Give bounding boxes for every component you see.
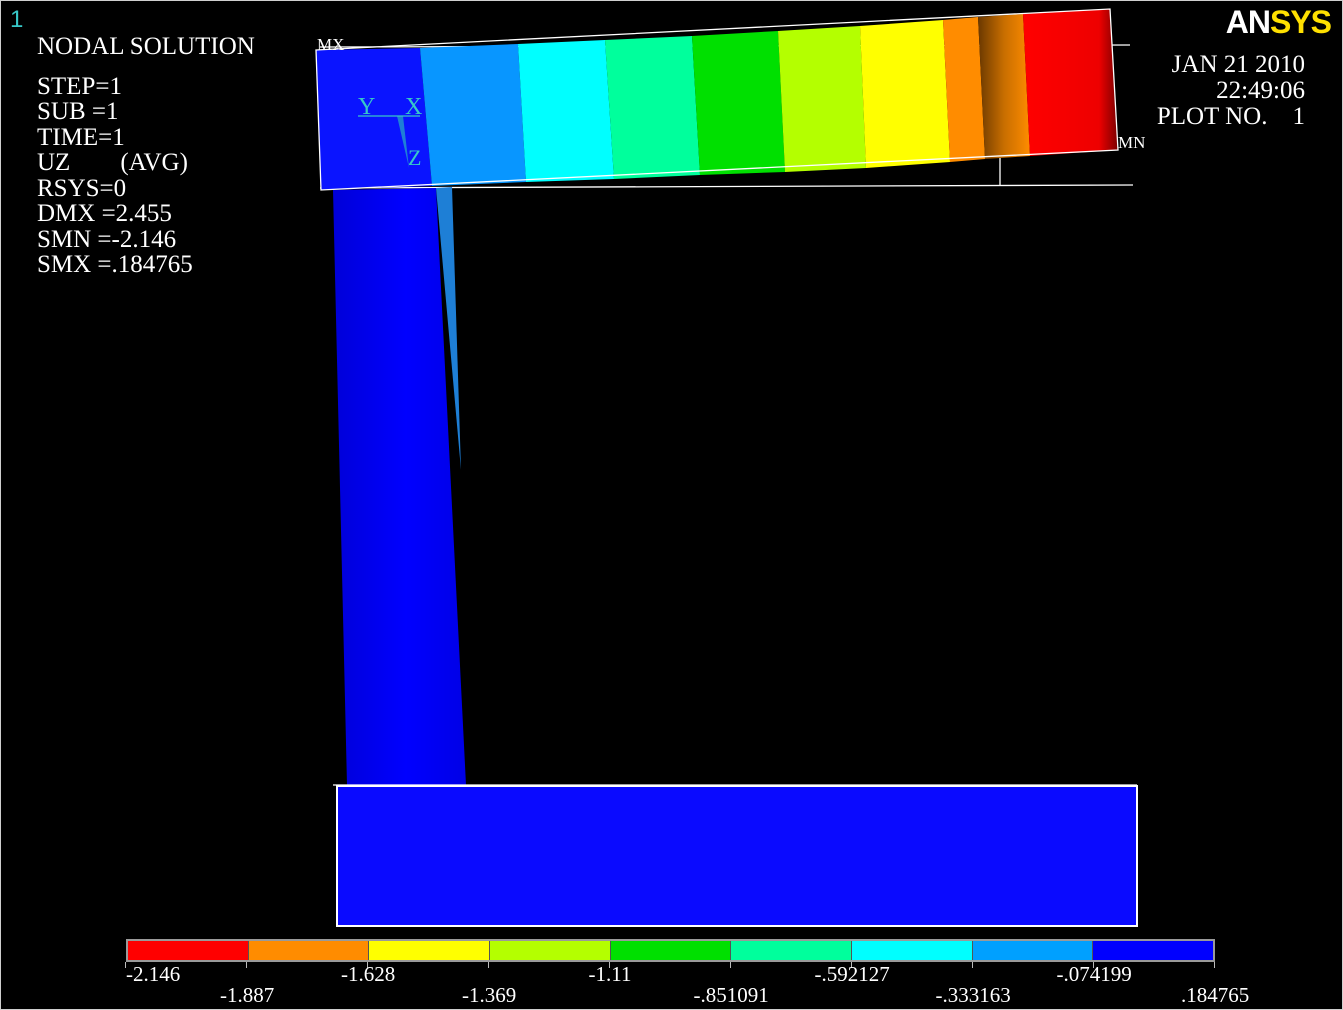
graphics-viewport[interactable]: 1 NODAL SOLUTION STEP=1 SUB =1 TIME=1 UZ… [0, 0, 1343, 1010]
colorbar-segment [852, 941, 973, 960]
colorbar-label: -1.369 [462, 983, 517, 1007]
colorbar-segment [731, 941, 853, 960]
colorbar-segment [248, 941, 370, 960]
top-beam[interactable] [315, 8, 1119, 191]
colorbar-label: -.074199 [1056, 962, 1132, 986]
beam-band-7 [860, 20, 950, 168]
colorbar-tick [246, 962, 247, 968]
triad-y-label: Y [358, 94, 375, 120]
colorbar-tick [972, 962, 973, 968]
colorbar-label: -1.628 [341, 962, 396, 986]
colorbar-label: -1.887 [220, 983, 275, 1007]
colorbar-tick [488, 962, 489, 968]
colorbar-label: .184765 [1181, 983, 1250, 1007]
colorbar-label: -.851091 [693, 983, 769, 1007]
max-marker: MX [317, 35, 344, 54]
base-body [336, 785, 1138, 927]
colorbar-segment [610, 941, 732, 960]
colorbar-label: -1.11 [588, 962, 632, 986]
colorbar-segment [972, 941, 1094, 960]
beam-band-10 [1023, 9, 1118, 156]
beam-band-5 [692, 31, 785, 175]
beam-band-4 [605, 36, 700, 179]
contour-colorbar [126, 939, 1215, 962]
beam-band-6 [778, 26, 866, 172]
column-member[interactable] [333, 187, 466, 785]
beam-band-9 [978, 14, 1030, 159]
colorbar-tick [730, 962, 731, 968]
triad-z-label: Z [408, 145, 421, 170]
colorbar-label: -.333163 [935, 983, 1011, 1007]
beam-band-3 [518, 40, 614, 182]
beam-band-2 [420, 44, 526, 186]
colorbar-segment [490, 941, 611, 960]
colorbar-label: -2.146 [126, 962, 181, 986]
base-member[interactable] [333, 784, 1138, 927]
colorbar-segment [128, 941, 249, 960]
triad-x-label: X [405, 94, 422, 120]
colorbar-tick [1214, 962, 1215, 968]
model-plot[interactable]: Y X Z MX MN [0, 0, 1343, 935]
colorbar-label: -.592127 [814, 962, 890, 986]
colorbar-segment [1093, 941, 1214, 960]
min-marker: MN [1118, 133, 1145, 152]
beam-band-8 [943, 17, 985, 162]
colorbar-segment [369, 941, 491, 960]
